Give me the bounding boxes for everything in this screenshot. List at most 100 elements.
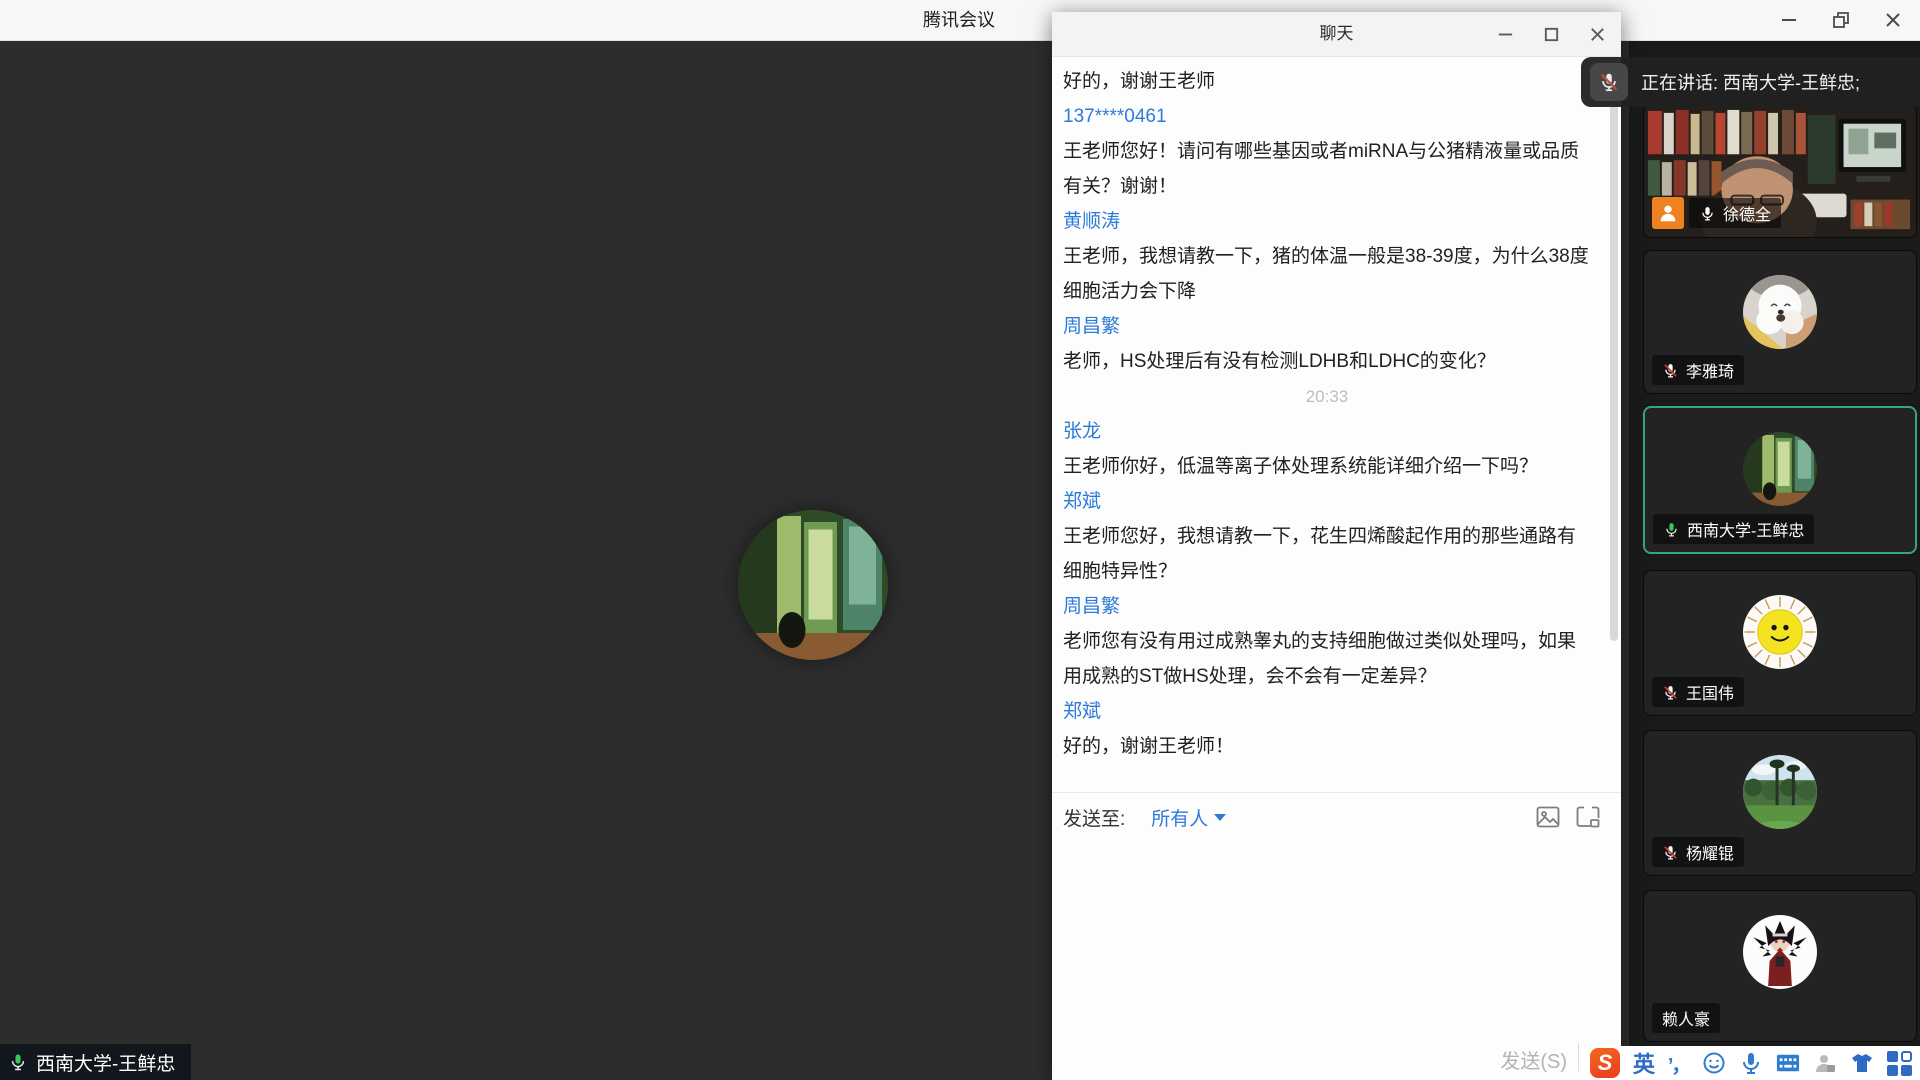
soft-keyboard-button[interactable] xyxy=(1776,1048,1800,1078)
participant-tile[interactable]: 徐德全 xyxy=(1643,104,1917,238)
speaking-banner: 正在讲话: 西南大学-王鲜忠; xyxy=(1581,57,1920,107)
participant-name: 王国伟 xyxy=(1686,680,1734,704)
participant-avatar xyxy=(1743,432,1817,506)
mic-muted-icon xyxy=(1662,684,1679,701)
maximize-icon xyxy=(1543,26,1560,43)
screen-capture-icon xyxy=(1576,806,1600,828)
screen: 腾讯会议 xyxy=(0,0,1920,1080)
chat-message-text: 王老师您好，我想请教一下，花生四烯酸起作用的那些通路有细胞特异性？ xyxy=(1063,519,1591,589)
participant-name: 杨耀锟 xyxy=(1686,840,1734,864)
close-icon xyxy=(1884,11,1902,29)
language-toggle-button[interactable]: 英 xyxy=(1633,1048,1655,1078)
chat-scrollbar[interactable] xyxy=(1610,96,1618,641)
close-button[interactable] xyxy=(1882,9,1904,31)
participant-name-badge: 西南大学-王鲜忠 xyxy=(1653,514,1814,544)
participant-avatar xyxy=(1743,275,1817,349)
skin-shirt-button[interactable] xyxy=(1850,1048,1874,1078)
participant-tile-speaking[interactable]: 西南大学-王鲜忠 xyxy=(1643,406,1917,554)
toolbox-grid-icon xyxy=(1887,1051,1912,1076)
chat-close-button[interactable] xyxy=(1587,24,1607,44)
participant-tile[interactable]: 王国伟 xyxy=(1643,570,1917,716)
main-stage-avatar xyxy=(738,510,888,660)
app-title: 腾讯会议 xyxy=(879,0,1039,40)
participant-avatar xyxy=(1743,915,1817,989)
soft-keyboard-icon xyxy=(1776,1051,1800,1075)
chat-sendbar: 发送至: 所有人 xyxy=(1052,792,1621,841)
chat-message-sender: 黄顺涛 xyxy=(1063,204,1591,239)
chat-window: 聊天 好的，谢谢王老师 137****0461 王老师您好！请问有哪些基因或者m… xyxy=(1052,12,1621,1080)
anime-character xyxy=(1743,915,1817,989)
sogou-logo-letter: S xyxy=(1590,1048,1620,1078)
green-hallway-photo xyxy=(1743,432,1817,506)
chat-message-sender: 周昌繁 xyxy=(1063,309,1591,344)
participant-name: 李雅琦 xyxy=(1686,358,1734,382)
skin-shirt-icon xyxy=(1850,1051,1874,1075)
app-titlebar: 腾讯会议 xyxy=(0,0,1920,41)
presenter-badge-icon xyxy=(1652,197,1684,229)
self-name-label: 西南大学-王鲜忠 xyxy=(36,1049,175,1076)
chat-message-text: 王老师您好！请问有哪些基因或者miRNA与公猪精液量或品质有关？谢谢！ xyxy=(1063,134,1591,204)
restore-button[interactable] xyxy=(1830,9,1852,31)
chat-message-text: 王老师，我想请教一下，猪的体温一般是38-39度，为什么38度细胞活力会下降 xyxy=(1063,239,1591,309)
participant-name-badge: 王国伟 xyxy=(1652,677,1744,707)
sogou-logo-icon[interactable]: S xyxy=(1590,1048,1620,1078)
chat-message-sender: 周昌繁 xyxy=(1063,589,1591,624)
send-button[interactable]: 发送(S) xyxy=(1500,1045,1567,1074)
voice-mic-icon xyxy=(1739,1051,1763,1075)
image-icon xyxy=(1536,806,1560,828)
chat-message-text: 好的，谢谢王老师 xyxy=(1063,64,1591,99)
park-trees xyxy=(1743,755,1817,829)
speaking-banner-text: 正在讲话: 西南大学-王鲜忠; xyxy=(1641,69,1860,95)
sun-smiley xyxy=(1743,595,1817,669)
mic-muted-icon xyxy=(1662,362,1679,379)
punctuation-label: ’， xyxy=(1668,1049,1690,1078)
chat-titlebar[interactable]: 聊天 xyxy=(1052,12,1621,57)
chat-message-text: 王老师你好，低温等离子体处理系统能详细介绍一下吗？ xyxy=(1063,449,1591,484)
participant-tile[interactable]: 李雅琦 xyxy=(1643,250,1917,394)
chat-message-sender: 郑斌 xyxy=(1063,694,1591,729)
participant-tile[interactable]: 杨耀锟 xyxy=(1643,730,1917,876)
participant-avatar xyxy=(1743,595,1817,669)
emoji-button[interactable] xyxy=(1702,1048,1726,1078)
mic-active-icon xyxy=(8,1052,28,1072)
participants-sidebar: 徐德全 xyxy=(1629,40,1920,1080)
mic-on-icon xyxy=(1699,205,1716,222)
screen-capture-button[interactable] xyxy=(1575,805,1601,829)
banner-mic-chip xyxy=(1590,63,1628,101)
white-dog xyxy=(1743,275,1817,349)
participant-name-badge: 杨耀锟 xyxy=(1652,837,1744,867)
user-profile-button[interactable] xyxy=(1813,1048,1837,1078)
chat-message-list: 好的，谢谢王老师 137****0461 王老师您好！请问有哪些基因或者miRN… xyxy=(1052,56,1621,798)
toolbox-grid-button[interactable] xyxy=(1887,1048,1912,1078)
close-icon xyxy=(1589,26,1606,43)
chevron-down-icon xyxy=(1214,814,1226,821)
chat-message-sender: 张龙 xyxy=(1063,414,1591,449)
minimize-icon xyxy=(1497,26,1514,43)
ime-toolbar: S 英 ’， xyxy=(1582,1046,1920,1080)
participant-tile[interactable]: 赖人豪 xyxy=(1643,890,1917,1042)
mic-muted-icon xyxy=(1662,844,1679,861)
language-label: 英 xyxy=(1633,1047,1655,1079)
send-to-label: 发送至: xyxy=(1063,804,1125,831)
participant-name-badge: 赖人豪 xyxy=(1652,1003,1720,1033)
minimize-button[interactable] xyxy=(1778,9,1800,31)
chat-minimize-button[interactable] xyxy=(1495,24,1515,44)
mic-active-icon xyxy=(1663,521,1680,538)
chat-message-text: 好的，谢谢王老师！ xyxy=(1063,729,1591,764)
participant-name: 西南大学-王鲜忠 xyxy=(1687,517,1804,541)
participant-name: 赖人豪 xyxy=(1662,1006,1710,1030)
chat-maximize-button[interactable] xyxy=(1541,24,1561,44)
chat-message-text: 老师，HS处理后有没有检测LDHB和LDHC的变化？ xyxy=(1063,344,1591,379)
send-to-value: 所有人 xyxy=(1151,804,1208,831)
punctuation-button[interactable]: ’， xyxy=(1668,1048,1690,1078)
image-attach-button[interactable] xyxy=(1535,805,1561,829)
window-controls xyxy=(1778,0,1904,40)
send-to-dropdown[interactable]: 所有人 xyxy=(1151,804,1226,831)
chat-message-sender: 137****0461 xyxy=(1063,99,1591,134)
voice-input-button[interactable] xyxy=(1739,1048,1763,1078)
self-name-badge: 西南大学-王鲜忠 xyxy=(0,1044,191,1080)
green-hallway-photo xyxy=(738,510,888,660)
chat-time-divider: 20:33 xyxy=(1063,379,1591,414)
user-profile-icon xyxy=(1813,1051,1837,1075)
chat-message-sender: 郑斌 xyxy=(1063,484,1591,519)
